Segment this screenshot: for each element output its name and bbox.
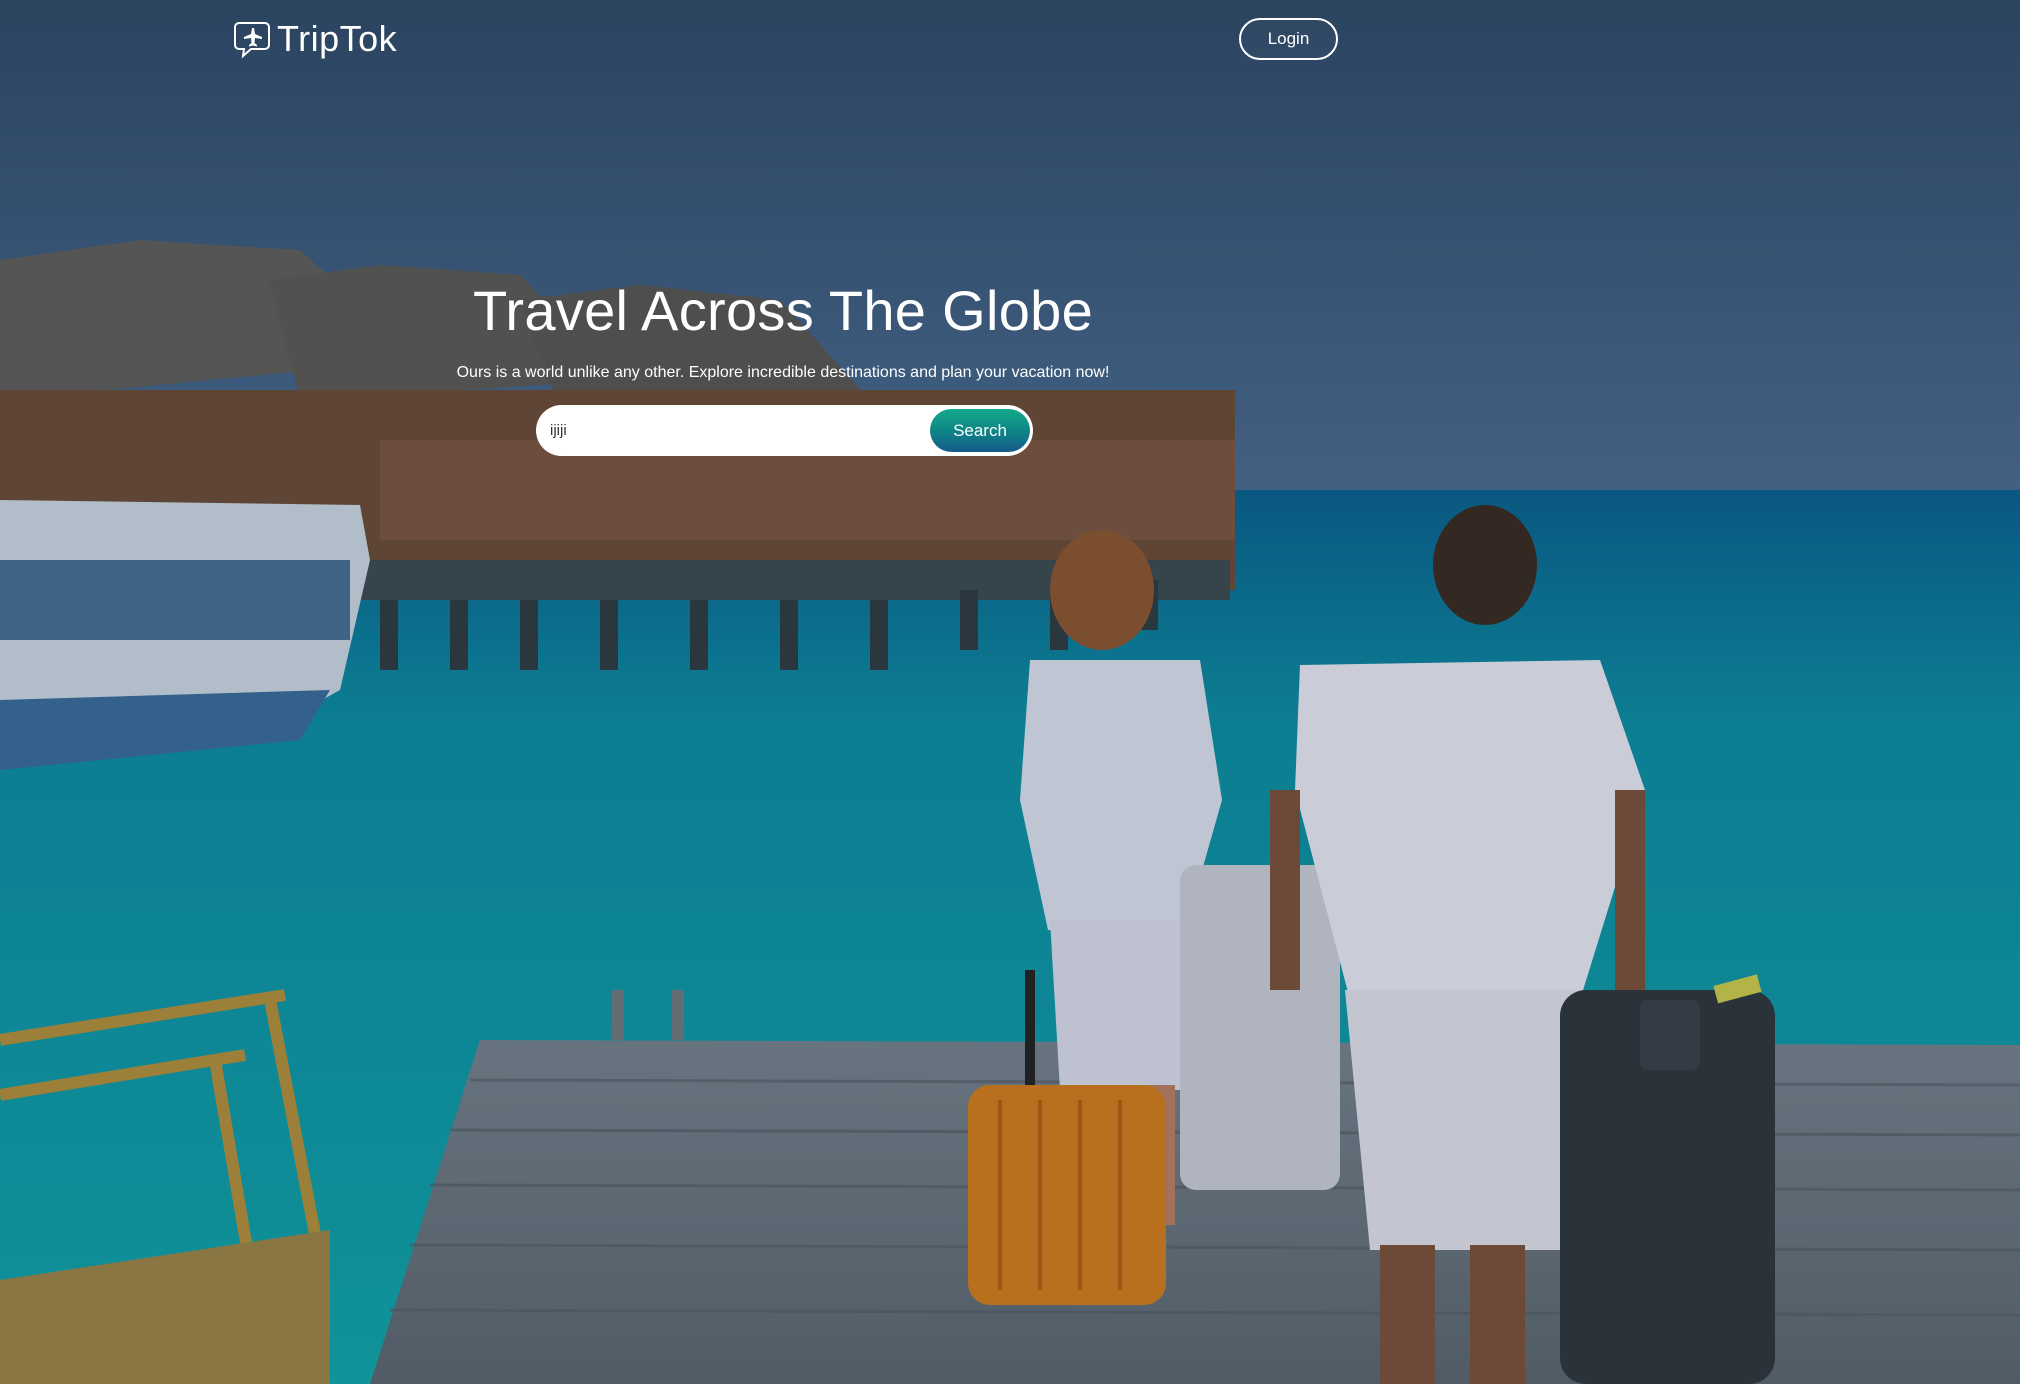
search-input[interactable] [548, 409, 930, 452]
hero-background-image [0, 0, 2020, 1384]
airplane-chat-bubble-icon [234, 22, 270, 59]
brand-name: TripTok [277, 18, 398, 59]
hero-subtitle: Ours is a world unlike any other. Explor… [456, 364, 1110, 381]
login-button[interactable]: Login [1239, 18, 1338, 60]
hero-title: Travel Across The Globe [472, 279, 1094, 342]
search-bar: Search [536, 405, 1033, 456]
brand-logo[interactable]: TripTok [233, 18, 397, 60]
search-button[interactable]: Search [930, 409, 1030, 452]
